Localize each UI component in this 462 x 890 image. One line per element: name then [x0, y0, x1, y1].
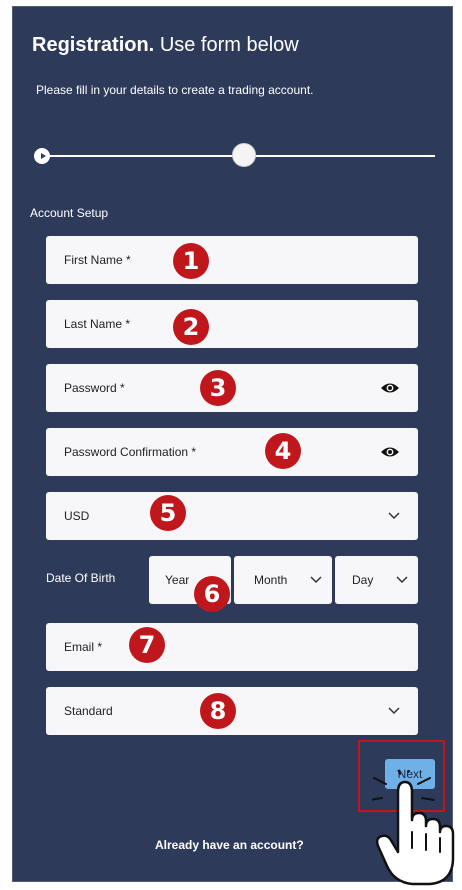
- login-link[interactable]: Already have an account?: [155, 838, 304, 852]
- hand-pointer-icon: [372, 770, 455, 886]
- chevron-down-icon: [396, 576, 408, 584]
- progress-slider-knob[interactable]: [232, 143, 256, 167]
- eye-icon[interactable]: [380, 381, 400, 395]
- dob-month-value: Month: [254, 573, 288, 587]
- last-name-field[interactable]: Last Name *: [46, 300, 418, 348]
- step-badge-8: 8: [200, 693, 236, 729]
- dob-label: Date Of Birth: [46, 571, 116, 585]
- password-confirmation-field[interactable]: Password Confirmation *: [46, 428, 418, 476]
- page-subtitle: Please fill in your details to create a …: [36, 83, 314, 97]
- currency-select[interactable]: USD: [46, 492, 418, 540]
- step-badge-5: 5: [150, 495, 186, 531]
- step-badge-7: 7: [129, 627, 165, 663]
- password-confirmation-placeholder: Password Confirmation *: [64, 445, 197, 459]
- last-name-placeholder: Last Name *: [64, 317, 131, 331]
- page-title: Registration. Use form below: [32, 34, 299, 57]
- first-name-field[interactable]: First Name *: [46, 236, 418, 284]
- step-marker-play-icon: [34, 148, 50, 164]
- email-placeholder: Email *: [64, 640, 103, 654]
- dob-day-value: Day: [352, 573, 374, 587]
- step-badge-3: 3: [200, 370, 236, 406]
- chevron-down-icon: [388, 512, 400, 520]
- title-bold: Registration.: [32, 34, 155, 56]
- eye-icon[interactable]: [380, 445, 400, 459]
- step-badge-2: 2: [173, 309, 209, 345]
- email-field[interactable]: Email *: [46, 623, 418, 671]
- dob-month-select[interactable]: Month: [234, 556, 332, 604]
- section-label: Account Setup: [30, 206, 109, 220]
- dob-day-select[interactable]: Day: [335, 556, 418, 604]
- title-rest: Use form below: [159, 34, 299, 56]
- chevron-down-icon: [388, 707, 400, 715]
- step-badge-4: 4: [265, 433, 301, 469]
- first-name-placeholder: First Name *: [64, 253, 131, 267]
- currency-value: USD: [64, 509, 90, 523]
- dob-year-value: Year: [165, 573, 190, 587]
- step-badge-1: 1: [173, 243, 209, 279]
- step-badge-6: 6: [194, 576, 230, 612]
- chevron-down-icon: [310, 576, 322, 584]
